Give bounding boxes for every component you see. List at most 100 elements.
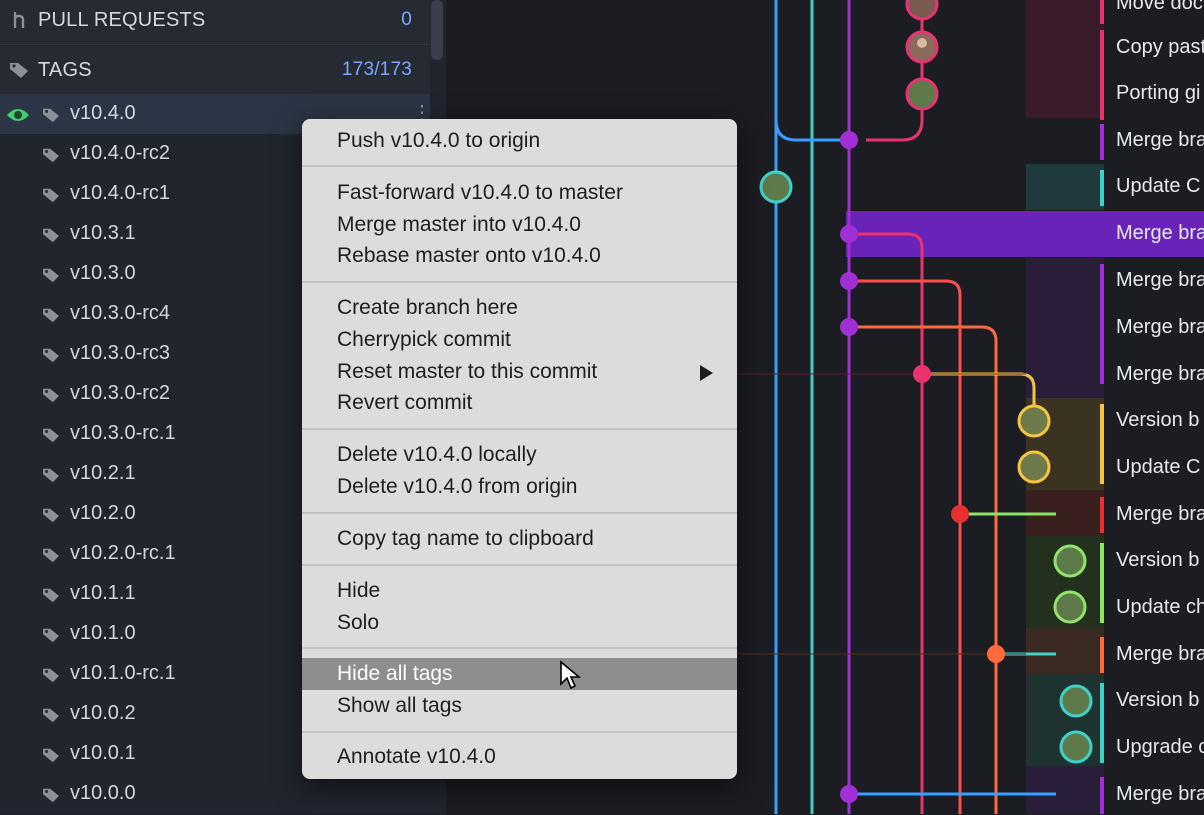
pull-requests-count: 0 bbox=[401, 9, 412, 30]
menu-separator bbox=[302, 165, 737, 167]
row-tint-teal bbox=[1026, 164, 1104, 210]
author-avatar[interactable] bbox=[905, 77, 939, 111]
commit-dot[interactable] bbox=[840, 272, 858, 290]
menu-copy-tag-name[interactable]: Copy tag name to clipboard bbox=[302, 523, 737, 555]
tag-label: v10.4.0-rc2 bbox=[70, 142, 171, 164]
commit-message[interactable]: Merge bra bbox=[1116, 259, 1204, 301]
commit-dot[interactable] bbox=[840, 131, 858, 149]
commit-dot[interactable] bbox=[840, 318, 858, 336]
row-tint-purple-2 bbox=[1026, 766, 1104, 814]
author-avatar[interactable] bbox=[905, 30, 939, 64]
commit-dot[interactable] bbox=[951, 505, 969, 523]
menu-separator bbox=[302, 731, 737, 733]
commit-message[interactable]: Merge bra bbox=[1116, 212, 1204, 254]
menu-solo[interactable]: Solo bbox=[302, 607, 737, 639]
commit-message[interactable]: Merge bra bbox=[1116, 773, 1204, 815]
author-avatar[interactable] bbox=[1017, 404, 1051, 438]
tag-icon bbox=[42, 266, 60, 289]
menu-hide[interactable]: Hide bbox=[302, 575, 737, 607]
row-tint-pink bbox=[1026, 0, 1104, 118]
tag-label: v10.1.0-rc.1 bbox=[70, 662, 176, 684]
tag-label: v10.0.2 bbox=[70, 702, 136, 724]
author-avatar[interactable] bbox=[1059, 684, 1093, 718]
tag-label: v10.2.0-rc.1 bbox=[70, 542, 176, 564]
tag-label: v10.3.1 bbox=[70, 222, 136, 244]
commit-message[interactable]: Move doc bbox=[1116, 0, 1204, 24]
tag-item[interactable]: v10.0.0 bbox=[0, 774, 430, 814]
commit-message[interactable]: Upgrade c bbox=[1116, 726, 1204, 768]
commit-message[interactable]: Version b bbox=[1116, 399, 1204, 441]
menu-delete-from-origin[interactable]: Delete v10.4.0 from origin bbox=[302, 471, 737, 503]
commit-message[interactable]: Merge bra bbox=[1116, 119, 1204, 161]
tag-context-menu: Push v10.4.0 to origin Fast-forward v10.… bbox=[302, 119, 737, 779]
lane-yellow bbox=[922, 372, 1036, 430]
menu-fast-forward[interactable]: Fast-forward v10.4.0 to master bbox=[302, 177, 737, 209]
submenu-arrow-icon bbox=[700, 365, 713, 381]
eye-icon[interactable] bbox=[6, 106, 30, 129]
pull-request-icon bbox=[8, 10, 30, 30]
commit-message[interactable]: Update C bbox=[1116, 446, 1204, 488]
tag-label: v10.1.1 bbox=[70, 582, 136, 604]
menu-push-to-origin[interactable]: Push v10.4.0 to origin bbox=[302, 125, 737, 157]
tag-label: v10.3.0 bbox=[70, 262, 136, 284]
tag-icon bbox=[42, 466, 60, 489]
tag-label: v10.1.0 bbox=[70, 622, 136, 644]
commit-dot[interactable] bbox=[840, 225, 858, 243]
menu-show-all-tags[interactable]: Show all tags bbox=[302, 690, 737, 722]
menu-separator bbox=[302, 428, 737, 430]
pull-requests-header[interactable]: PULL REQUESTS 0 bbox=[0, 0, 430, 45]
menu-annotate[interactable]: Annotate v10.4.0 bbox=[302, 741, 737, 773]
commit-message[interactable]: Version b bbox=[1116, 679, 1204, 721]
commit-message[interactable]: Version b bbox=[1116, 539, 1204, 581]
tag-label: v10.3.0-rc4 bbox=[70, 302, 171, 324]
menu-delete-locally[interactable]: Delete v10.4.0 locally bbox=[302, 439, 737, 471]
menu-rebase-onto[interactable]: Rebase master onto v10.4.0 bbox=[302, 240, 737, 272]
sidebar-scrollbar[interactable] bbox=[431, 0, 443, 60]
menu-hide-all-tags[interactable]: Hide all tags bbox=[302, 658, 737, 690]
tag-icon bbox=[42, 506, 60, 529]
menu-reset-master[interactable]: Reset master to this commit bbox=[302, 356, 737, 388]
menu-merge-into[interactable]: Merge master into v10.4.0 bbox=[302, 209, 737, 241]
tag-icon bbox=[42, 106, 60, 129]
author-avatar[interactable] bbox=[1017, 450, 1051, 484]
tag-label: v10.3.0-rc.1 bbox=[70, 422, 176, 444]
menu-cherrypick[interactable]: Cherrypick commit bbox=[302, 324, 737, 356]
menu-separator bbox=[302, 647, 737, 649]
tag-label: v10.0.1 bbox=[70, 742, 136, 764]
commit-message[interactable]: Merge bra bbox=[1116, 306, 1204, 348]
commit-message[interactable]: Merge bra bbox=[1116, 493, 1204, 535]
commit-message[interactable]: Merge bra bbox=[1116, 353, 1204, 395]
tag-icon bbox=[42, 626, 60, 649]
author-avatar[interactable] bbox=[1059, 730, 1093, 764]
commit-message[interactable]: Merge bra bbox=[1116, 633, 1204, 675]
tag-label: v10.4.0 bbox=[70, 102, 136, 124]
lane-pink-top bbox=[866, 0, 924, 142]
menu-separator bbox=[302, 281, 737, 283]
mouse-cursor-icon bbox=[560, 660, 581, 690]
menu-revert-commit[interactable]: Revert commit bbox=[302, 387, 737, 419]
tag-icon bbox=[42, 386, 60, 409]
lane-red bbox=[849, 279, 962, 814]
author-avatar[interactable] bbox=[759, 170, 793, 204]
commit-dot[interactable] bbox=[840, 785, 858, 803]
row-tint-purple bbox=[1026, 258, 1104, 398]
tag-icon bbox=[42, 786, 60, 809]
menu-create-branch[interactable]: Create branch here bbox=[302, 292, 737, 324]
author-avatar[interactable] bbox=[1053, 544, 1087, 578]
commit-message[interactable]: Porting gi bbox=[1116, 72, 1204, 114]
commit-message[interactable]: Update C bbox=[1116, 165, 1204, 207]
commit-dot[interactable] bbox=[913, 365, 931, 383]
author-avatar[interactable] bbox=[1053, 590, 1087, 624]
tags-header[interactable]: TAGS 173/173 bbox=[0, 46, 430, 94]
author-avatar[interactable] bbox=[905, 0, 939, 21]
tag-icon bbox=[42, 146, 60, 169]
commit-dot[interactable] bbox=[987, 645, 1005, 663]
menu-separator bbox=[302, 564, 737, 566]
tag-icon bbox=[42, 706, 60, 729]
tag-icon bbox=[42, 746, 60, 769]
tag-label: v10.3.0-rc2 bbox=[70, 382, 171, 404]
tags-label: TAGS bbox=[38, 58, 92, 81]
tag-icon bbox=[42, 226, 60, 249]
commit-message[interactable]: Copy past bbox=[1116, 26, 1204, 68]
commit-message[interactable]: Update ch bbox=[1116, 586, 1204, 628]
